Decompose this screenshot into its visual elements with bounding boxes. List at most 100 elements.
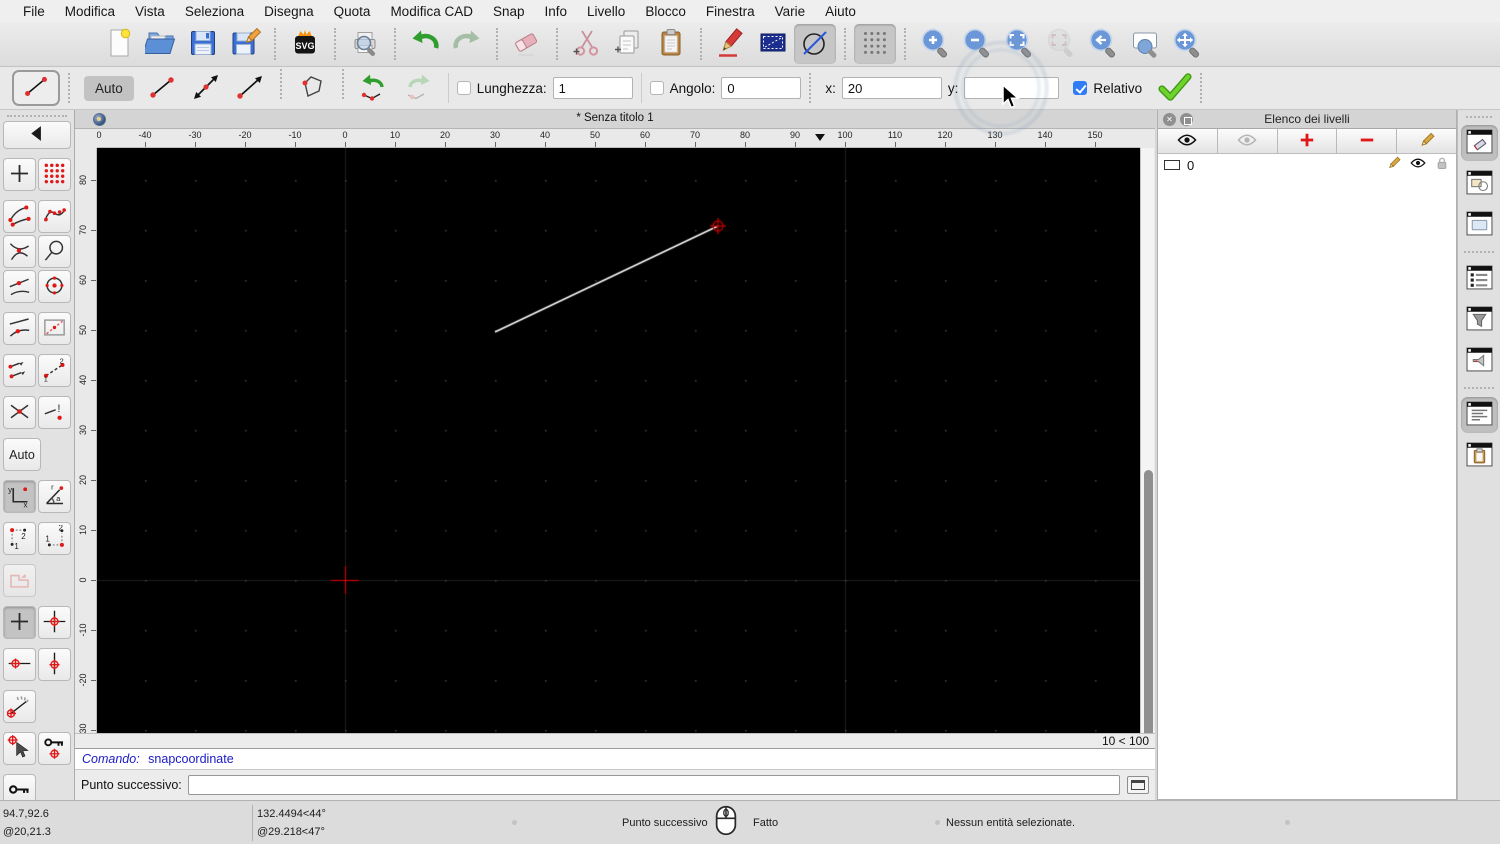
restrict-orthogonal-button[interactable]	[38, 606, 71, 639]
zoom-in-button[interactable]	[914, 24, 956, 64]
layer-visibility-icon[interactable]	[1402, 156, 1426, 175]
snap-on-entity-button[interactable]	[38, 200, 71, 233]
new-document-button[interactable]	[98, 24, 140, 64]
copy-button[interactable]	[608, 24, 650, 64]
export-svg-button[interactable]: SVG	[284, 24, 326, 64]
menu-varie[interactable]: Varie	[765, 0, 816, 22]
save-file-as-button[interactable]	[224, 24, 266, 64]
set-relative-zero-button[interactable]	[3, 732, 36, 765]
relative-checkbox[interactable]	[1073, 81, 1088, 95]
restrict-horizontal-button[interactable]	[3, 648, 36, 681]
length-input[interactable]	[552, 77, 633, 99]
restrict-shape-button[interactable]	[3, 564, 36, 597]
open-file-button[interactable]	[140, 24, 182, 64]
undo-button[interactable]	[404, 24, 446, 64]
draw-circle-toggle-button[interactable]	[794, 24, 836, 64]
snap-problem-button[interactable]: !	[38, 396, 71, 429]
zoom-out-button[interactable]	[956, 24, 998, 64]
auto-snap-button[interactable]: Auto	[84, 75, 134, 101]
length-checkbox[interactable]	[456, 81, 471, 95]
snap-endpoint-button[interactable]	[3, 200, 36, 233]
menu-vista[interactable]: Vista	[125, 0, 175, 22]
paste-button[interactable]	[650, 24, 692, 64]
polygon-tool-button[interactable]	[290, 69, 334, 107]
dock-layer-list-button[interactable]	[1460, 125, 1498, 161]
snap-nearest-button[interactable]	[3, 312, 36, 345]
remove-layer-button[interactable]	[1337, 129, 1398, 153]
save-file-button[interactable]	[182, 24, 224, 64]
zoom-window-button[interactable]	[1124, 24, 1166, 64]
menu-livello[interactable]: Livello	[577, 0, 635, 22]
menu-finestra[interactable]: Finestra	[696, 0, 765, 22]
menu-file[interactable]: File	[13, 0, 55, 22]
menu-quota[interactable]: Quota	[324, 0, 381, 22]
edit-attributes-button[interactable]	[710, 24, 752, 64]
drawing-canvas[interactable]	[97, 148, 1140, 733]
snap-angle-button[interactable]	[3, 690, 36, 723]
restrict-nothing-button[interactable]	[3, 606, 36, 639]
menu-blocco[interactable]: Blocco	[635, 0, 696, 22]
restrict-vertical-button[interactable]	[38, 648, 71, 681]
redo-button[interactable]	[446, 24, 488, 64]
snap-reference-button[interactable]	[38, 312, 71, 345]
menu-aiuto[interactable]: Aiuto	[815, 0, 866, 22]
dock-block-list-button[interactable]	[1461, 166, 1498, 202]
zoom-selected-button[interactable]	[1040, 24, 1082, 64]
vertical-scrollbar[interactable]	[1140, 148, 1154, 844]
snap-intersection-button[interactable]	[3, 235, 36, 268]
hide-all-layers-button[interactable]	[1217, 129, 1278, 153]
snap-distance-button[interactable]: 12	[38, 354, 71, 387]
cut-button[interactable]	[566, 24, 608, 64]
zoom-previous-button[interactable]	[1082, 24, 1124, 64]
angle-checkbox[interactable]	[649, 81, 664, 95]
redo-step-button[interactable]	[396, 69, 440, 107]
delete-entities-button[interactable]	[506, 24, 548, 64]
dock-command-widget-button[interactable]	[1461, 343, 1498, 379]
active-tool-display[interactable]	[12, 70, 60, 106]
line-double-arrow-button[interactable]	[184, 69, 228, 107]
snap-intersection-manual-button[interactable]	[3, 396, 36, 429]
accept-button[interactable]	[1158, 72, 1192, 104]
dock-selection-filter-button[interactable]	[1461, 302, 1498, 338]
snap-center-button[interactable]	[38, 270, 71, 303]
toolbar-handle[interactable]	[7, 115, 67, 118]
selection-properties-button[interactable]	[752, 24, 794, 64]
zoom-auto-button[interactable]	[998, 24, 1040, 64]
corner-mode-2-button[interactable]: 21	[38, 522, 71, 555]
add-layer-button[interactable]	[1277, 129, 1338, 153]
line-arrow-button[interactable]	[228, 69, 272, 107]
snap-middle-button[interactable]	[3, 270, 36, 303]
menu-info[interactable]: Info	[535, 0, 578, 22]
layer-lock-icon[interactable]	[1426, 156, 1450, 175]
snap-auto-button[interactable]: Auto	[3, 438, 41, 471]
zoom-pan-button[interactable]	[1166, 24, 1208, 64]
undo-step-button[interactable]	[352, 69, 396, 107]
grid-toggle-button[interactable]	[854, 24, 896, 64]
coordinate-cartesian-button[interactable]: yx	[3, 480, 36, 513]
x-input[interactable]	[841, 77, 942, 99]
snap-circle-button[interactable]	[38, 235, 71, 268]
edit-layer-button[interactable]	[1397, 129, 1456, 153]
command-input[interactable]	[187, 775, 1120, 795]
y-input[interactable]	[964, 77, 1060, 99]
horizontal-scroll-area[interactable]: 10 < 100	[75, 733, 1155, 748]
menu-modifica-cad[interactable]: Modifica CAD	[380, 0, 483, 22]
dock-command-line-button[interactable]	[1460, 397, 1498, 433]
line-two-points-button[interactable]	[140, 69, 184, 107]
lock-relative-zero-button[interactable]	[38, 732, 71, 765]
collapse-back-button[interactable]	[3, 121, 71, 149]
dock-entity-list-button[interactable]	[1461, 261, 1498, 297]
menu-disegna[interactable]: Disegna	[254, 0, 324, 22]
corner-mode-1-button[interactable]: 21	[3, 522, 36, 555]
dock-clipboard-button[interactable]	[1461, 438, 1498, 474]
snap-free-button[interactable]	[3, 158, 36, 191]
edit-layer-icon[interactable]	[1378, 156, 1402, 175]
command-dock-toggle-button[interactable]	[1127, 776, 1149, 794]
layer-row[interactable]: 0	[1158, 154, 1456, 176]
coordinate-polar-button[interactable]: ra	[38, 480, 71, 513]
menu-modifica[interactable]: Modifica	[55, 0, 125, 22]
show-all-layers-button[interactable]	[1158, 129, 1218, 153]
snap-grid-button[interactable]	[38, 158, 71, 191]
menu-seleziona[interactable]: Seleziona	[175, 0, 254, 22]
print-preview-button[interactable]	[344, 24, 386, 64]
